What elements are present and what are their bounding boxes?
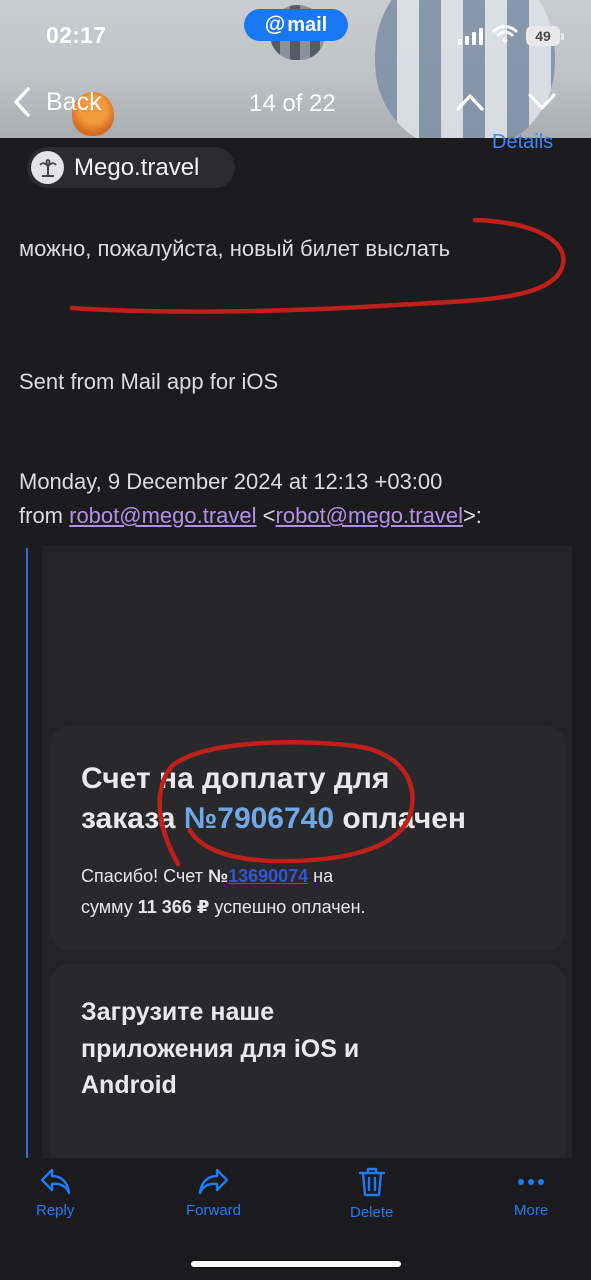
app-card-line3: Android bbox=[81, 1071, 177, 1099]
invoice-title-prefix: заказа bbox=[81, 802, 176, 835]
amount-suffix: успешно оплачен. bbox=[214, 897, 366, 917]
wifi-icon bbox=[492, 25, 518, 43]
palm-tree-icon bbox=[38, 158, 57, 177]
sender-email-link-2[interactable]: robot@mego.travel bbox=[276, 503, 463, 528]
invoice-number-link[interactable]: 13690074 bbox=[228, 866, 308, 886]
mail-app-pill[interactable]: @ mail bbox=[244, 9, 348, 41]
invoice-body-line2: сумму 11 366 ₽ успешно оплачен. bbox=[81, 897, 366, 918]
battery-icon: 49 bbox=[526, 26, 564, 46]
app-download-card bbox=[51, 964, 565, 1164]
app-card-line1: Загрузите наше bbox=[81, 998, 275, 1026]
trash-icon bbox=[358, 1167, 385, 1197]
at-sign: @ bbox=[264, 13, 286, 36]
invoice-body-suffix: на bbox=[313, 866, 334, 886]
more-dots-icon bbox=[518, 1179, 545, 1185]
avatar bbox=[31, 151, 64, 184]
quote-divider bbox=[26, 548, 28, 1158]
reply-text: можно, пожалуйста, новый билет выслать bbox=[19, 236, 451, 261]
from-prefix: from bbox=[19, 503, 63, 528]
message-counter: 14 of 22 bbox=[249, 90, 336, 117]
forward-button[interactable]: Forward bbox=[186, 1166, 241, 1219]
forward-icon bbox=[198, 1168, 228, 1195]
sender-chip[interactable]: Mego.travel bbox=[27, 147, 235, 188]
app-card-line2: приложения для iOS и bbox=[81, 1035, 360, 1063]
quote-header-from: from robot@mego.travel <robot@mego.trave… bbox=[19, 503, 482, 529]
cellular-signal-icon bbox=[458, 27, 483, 45]
status-time: 02:17 bbox=[46, 22, 107, 48]
sender-email-link[interactable]: robot@mego.travel bbox=[69, 503, 256, 528]
sender-name: Mego.travel bbox=[74, 153, 200, 181]
reply-label: Reply bbox=[36, 1202, 75, 1219]
forward-label: Forward bbox=[186, 1202, 242, 1219]
chevron-up-icon[interactable] bbox=[455, 92, 485, 112]
underline-scribble bbox=[69, 217, 566, 314]
reply-icon bbox=[40, 1168, 71, 1195]
app-pill-label: mail bbox=[287, 13, 328, 36]
chevron-down-icon[interactable] bbox=[527, 92, 557, 112]
more-label: More bbox=[514, 1202, 549, 1219]
details-link[interactable]: Details bbox=[492, 131, 553, 154]
signature-text: Sent from Mail app for iOS bbox=[19, 369, 279, 394]
battery-level: 49 bbox=[535, 28, 551, 44]
back-button[interactable]: Back bbox=[12, 86, 102, 118]
reply-button[interactable]: Reply bbox=[36, 1166, 74, 1219]
chevron-left-icon bbox=[14, 87, 30, 117]
invoice-body-line1: Спасибо! Счет №13690074 на bbox=[81, 866, 333, 887]
home-indicator bbox=[191, 1261, 401, 1267]
invoice-title-line1: Счет на доплату для bbox=[81, 762, 390, 795]
invoice-no-sign: № bbox=[207, 866, 229, 886]
amount-value: 11 366 ₽ bbox=[137, 897, 210, 917]
back-label: Back bbox=[46, 87, 102, 116]
balloon-image bbox=[375, 0, 555, 138]
delete-button[interactable]: Delete bbox=[350, 1166, 393, 1221]
email-bracket-open: < bbox=[262, 503, 276, 528]
delete-label: Delete bbox=[350, 1204, 394, 1221]
email-bracket-close: >: bbox=[462, 503, 482, 528]
quote-header-date: Monday, 9 December 2024 at 12:13 +03:00 bbox=[19, 469, 443, 494]
invoice-title-suffix: оплачен bbox=[342, 802, 467, 835]
order-number[interactable]: №7906740 bbox=[184, 802, 334, 835]
invoice-body-prefix: Спасибо! Счет bbox=[81, 866, 203, 886]
more-button[interactable]: More bbox=[514, 1166, 548, 1219]
amount-prefix: сумму bbox=[81, 897, 133, 917]
invoice-title-line2: заказа №7906740 оплачен bbox=[81, 802, 466, 836]
